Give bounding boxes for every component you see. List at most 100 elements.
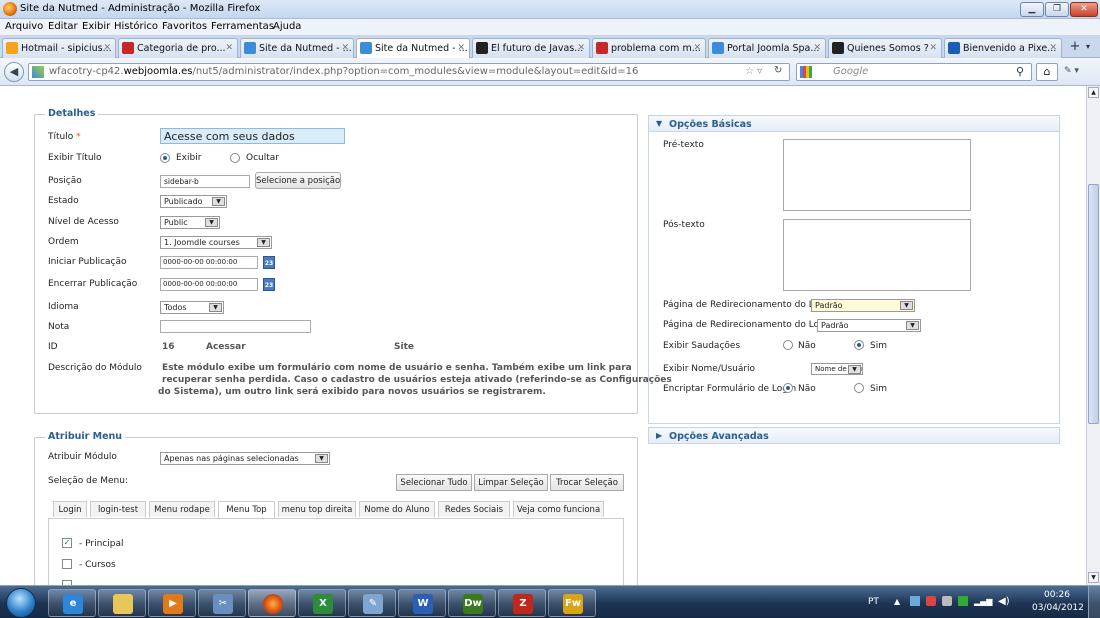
menu-ferramentas[interactable]: Ferramentas bbox=[211, 21, 274, 32]
tab-list-button[interactable]: ▾ bbox=[1086, 42, 1090, 51]
close-tab-icon[interactable]: ✕ bbox=[1049, 43, 1057, 53]
menu-editar[interactable]: Editar bbox=[48, 21, 78, 32]
taskbar-media[interactable]: ▶ bbox=[148, 589, 196, 617]
scrollbar-thumb[interactable] bbox=[1088, 184, 1099, 424]
menu-ajuda[interactable]: Ajuda bbox=[273, 21, 301, 32]
encriptar-sim-radio[interactable] bbox=[854, 383, 864, 393]
postexto-textarea[interactable] bbox=[783, 219, 971, 291]
close-tab-icon[interactable]: ✕ bbox=[225, 43, 233, 53]
clock-date[interactable]: 03/04/2012 bbox=[1032, 603, 1084, 613]
browser-tab[interactable]: Hotmail - sipicius... ✕ bbox=[2, 38, 116, 58]
menu-historico[interactable]: Histórico bbox=[114, 21, 158, 32]
browser-tab[interactable]: Site da Nutmed - ... ✕ bbox=[240, 38, 354, 58]
network-icon[interactable]: ▂▄▆ bbox=[974, 597, 992, 606]
search-icon[interactable]: ⚲ bbox=[1016, 65, 1024, 78]
estado-select[interactable]: Publicado ▼ bbox=[160, 195, 227, 208]
menu-favoritos[interactable]: Favoritos bbox=[162, 21, 207, 32]
menu-tab-nome-do-aluno[interactable]: Nome do Aluno bbox=[359, 501, 435, 517]
encriptar-nao-radio[interactable] bbox=[783, 383, 793, 393]
close-tab-icon[interactable]: ✕ bbox=[103, 43, 111, 53]
calendar-icon[interactable]: 23 bbox=[263, 256, 275, 269]
addon-icon[interactable]: ✎ ▾ bbox=[1064, 66, 1079, 76]
principal-checkbox[interactable]: ✓ bbox=[62, 538, 72, 548]
pretexto-textarea[interactable] bbox=[783, 139, 971, 211]
close-tab-icon[interactable]: ✕ bbox=[929, 43, 937, 53]
browser-tab[interactable]: Quienes Somos ? ✕ bbox=[828, 38, 942, 58]
clock-time[interactable]: 00:26 bbox=[1044, 590, 1070, 600]
bookmark-star-icon[interactable]: ☆ ▿ bbox=[745, 66, 762, 77]
scroll-up-icon[interactable]: ▲ bbox=[1088, 87, 1099, 98]
start-button[interactable] bbox=[6, 588, 36, 618]
browser-tab[interactable]: problema com m... ✕ bbox=[592, 38, 706, 58]
menu-tab-menu-top-direita[interactable]: menu top direita bbox=[278, 501, 356, 517]
close-tab-icon[interactable]: ✕ bbox=[341, 43, 349, 53]
close-window-button[interactable]: ✕ bbox=[1070, 2, 1098, 17]
reload-icon[interactable]: ↻ bbox=[774, 65, 782, 76]
tray-icon[interactable] bbox=[910, 596, 920, 606]
taskbar-ie[interactable]: e bbox=[48, 589, 96, 617]
menu-tab-login-test[interactable]: login-test bbox=[90, 501, 146, 517]
ordem-select[interactable]: 1. Joomdle courses ▼ bbox=[160, 236, 272, 249]
close-tab-icon[interactable]: ✕ bbox=[813, 43, 821, 53]
browser-tab[interactable]: El futuro de Javas... ✕ bbox=[472, 38, 590, 58]
taskbar-app[interactable]: ✎ bbox=[348, 589, 396, 617]
close-tab-icon[interactable]: ✕ bbox=[577, 43, 585, 53]
maximize-button[interactable]: ❐ bbox=[1045, 2, 1069, 17]
taskbar-word[interactable]: W bbox=[398, 589, 446, 617]
url-bar[interactable]: wfacotry-cp42.webjoomla.es/nut5/administ… bbox=[28, 63, 790, 81]
clear-selection-button[interactable]: Limpar Seleção bbox=[474, 474, 548, 491]
tray-icon[interactable] bbox=[958, 596, 968, 606]
posicao-input[interactable]: sidebar-b bbox=[160, 175, 250, 188]
back-button[interactable]: ◀ bbox=[4, 62, 24, 82]
menu-tab-veja-como-funciona[interactable]: Veja como funciona bbox=[513, 501, 604, 517]
taskbar-fireworks[interactable]: Fw bbox=[548, 589, 596, 617]
select-all-button[interactable]: Selecionar Tudo bbox=[396, 474, 472, 491]
taskbar-filezilla[interactable]: Z bbox=[498, 589, 546, 617]
encerrar-input[interactable]: 0000-00-00 00:00:00 bbox=[160, 278, 258, 291]
browser-tab[interactable]: Bienvenido a Pixe... ✕ bbox=[944, 38, 1062, 58]
menu-tab-redes-sociais[interactable]: Redes Sociais bbox=[438, 501, 510, 517]
new-tab-button[interactable]: + bbox=[1066, 39, 1084, 57]
taskbar-dreamweaver[interactable]: Dw bbox=[448, 589, 496, 617]
home-icon[interactable]: ⌂ bbox=[1036, 63, 1058, 81]
nota-input[interactable] bbox=[160, 320, 311, 333]
minimize-button[interactable]: ▁ bbox=[1020, 2, 1044, 17]
tray-icon[interactable] bbox=[942, 596, 952, 606]
scroll-down-icon[interactable]: ▼ bbox=[1088, 572, 1099, 583]
taskbar-excel[interactable]: X bbox=[298, 589, 346, 617]
exibir-radio[interactable] bbox=[160, 153, 170, 163]
atribuir-modulo-select[interactable]: Apenas nas páginas selecionadas ▼ bbox=[160, 452, 330, 465]
taskbar-firefox[interactable] bbox=[248, 589, 296, 617]
saudacoes-sim-radio[interactable] bbox=[854, 340, 864, 350]
menu-tab-menu-top[interactable]: Menu Top bbox=[218, 501, 275, 518]
browser-tab[interactable]: Categoria de pro... ✕ bbox=[118, 38, 238, 58]
select-position-button[interactable]: Selecione a posição bbox=[255, 172, 341, 189]
close-tab-icon[interactable]: ✕ bbox=[693, 43, 701, 53]
taskbar-explorer[interactable] bbox=[98, 589, 146, 617]
google-icon[interactable] bbox=[800, 66, 812, 78]
ocultar-radio[interactable] bbox=[230, 153, 240, 163]
volume-icon[interactable]: ◀) bbox=[998, 596, 1010, 607]
search-input[interactable]: Google bbox=[796, 63, 1032, 81]
calendar-icon[interactable]: 23 bbox=[263, 278, 275, 291]
language-indicator[interactable]: PT bbox=[868, 597, 879, 607]
saudacoes-nao-radio[interactable] bbox=[783, 340, 793, 350]
idioma-select[interactable]: Todos ▼ bbox=[160, 301, 224, 314]
menu-arquivo[interactable]: Arquivo bbox=[5, 21, 43, 32]
redir-logout-select[interactable]: Padrão ▼ bbox=[817, 319, 921, 332]
opcoes-basicas-header[interactable]: ▼ Opções Básicas bbox=[648, 115, 1060, 132]
close-tab-icon[interactable]: ✕ bbox=[457, 43, 465, 53]
taskbar-tool[interactable]: ✂ bbox=[198, 589, 246, 617]
browser-tab-active[interactable]: Site da Nutmed - ... ✕ bbox=[356, 38, 470, 59]
titulo-input[interactable]: Acesse com seus dados bbox=[160, 128, 345, 144]
opcoes-avancadas-header[interactable]: ▶ Opções Avançadas bbox=[648, 427, 1060, 444]
iniciar-input[interactable]: 0000-00-00 00:00:00 bbox=[160, 256, 258, 269]
page-scrollbar[interactable]: ▲ ▼ bbox=[1086, 86, 1100, 585]
show-desktop-button[interactable] bbox=[1088, 586, 1100, 618]
browser-tab[interactable]: Portal Joomla Spa... ✕ bbox=[708, 38, 826, 58]
tray-icon[interactable] bbox=[926, 596, 936, 606]
menu-tab-menu-rodape[interactable]: Menu rodape bbox=[149, 501, 215, 517]
nome-usuario-select[interactable]: Nome de Usuário▼ bbox=[811, 363, 863, 375]
toggle-selection-button[interactable]: Trocar Seleção bbox=[550, 474, 624, 491]
menu-tab-login[interactable]: Login bbox=[53, 501, 87, 517]
